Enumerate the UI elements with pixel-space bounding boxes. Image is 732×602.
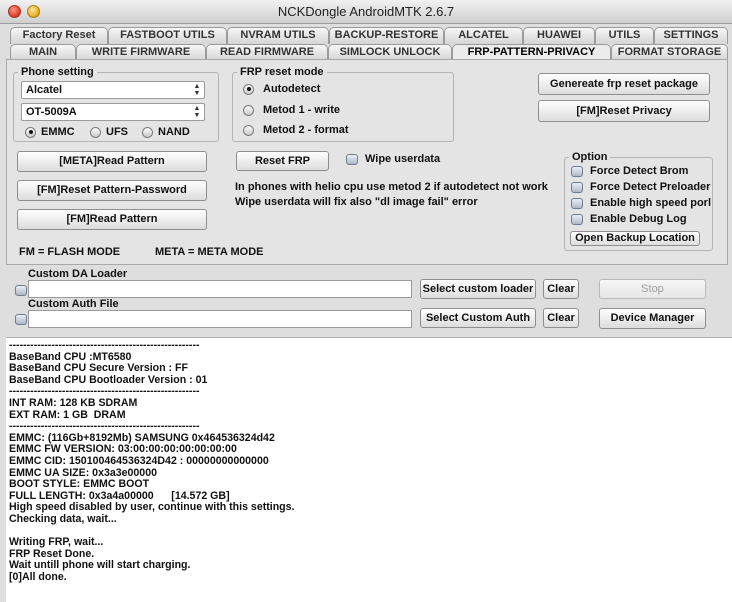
log-line: ----------------------------------------… bbox=[9, 420, 200, 433]
tab-utils[interactable]: UTILS bbox=[595, 27, 654, 44]
custom-da-checkbox[interactable] bbox=[15, 285, 27, 296]
radio-unselected-icon bbox=[142, 126, 153, 138]
log-line: Writing FRP, wait... bbox=[9, 536, 104, 549]
select-custom-loader-button[interactable]: Select custom loader bbox=[420, 279, 536, 299]
tab-factory-reset[interactable]: Factory Reset bbox=[10, 27, 108, 44]
storage-radio-nand[interactable]: NAND bbox=[142, 126, 190, 138]
frp-mode-autodetect[interactable]: Autodetect bbox=[243, 83, 320, 95]
storage-radio-emmc[interactable]: EMMC bbox=[25, 126, 75, 138]
model-select-value: OT-5009A bbox=[26, 106, 77, 118]
checkbox-icon bbox=[571, 213, 583, 225]
force-detect-preloader-checkbox[interactable]: Force Detect Preloader bbox=[571, 181, 710, 193]
log-line: INT RAM: 128 KB SDRAM bbox=[9, 396, 138, 409]
log-line: EMMC CID: 150100464536324D42 : 000000000… bbox=[9, 454, 269, 467]
custom-auth-path-input[interactable] bbox=[28, 310, 412, 328]
generate-frp-package-button[interactable]: Genereate frp reset package bbox=[538, 73, 710, 95]
enable-debug-log-checkbox[interactable]: Enable Debug Log bbox=[571, 213, 687, 225]
tab-nvram-utils[interactable]: NVRAM UTILS bbox=[227, 27, 329, 44]
enable-high-speed-port-label: Enable high speed porl bbox=[590, 197, 712, 209]
fm-reset-privacy-button[interactable]: [FM]Reset Privacy bbox=[538, 100, 710, 122]
radio-unselected-icon bbox=[90, 126, 101, 138]
force-detect-brom-checkbox[interactable]: Force Detect Brom bbox=[571, 165, 688, 177]
fm-legend-text: FM = FLASH MODE bbox=[19, 246, 121, 258]
log-line: [0]All done. bbox=[9, 570, 67, 583]
wipe-userdata-label: Wipe userdata bbox=[365, 153, 441, 165]
log-text: ----------------------------------------… bbox=[6, 338, 732, 583]
checkbox-icon bbox=[346, 153, 358, 165]
checkbox-icon bbox=[15, 285, 27, 296]
custom-auth-checkbox[interactable] bbox=[15, 314, 27, 325]
helio-cpu-note: In phones with helio cpu use metod 2 if … bbox=[235, 181, 548, 193]
custom-auth-label: Custom Auth File bbox=[28, 298, 119, 310]
title-bar: NCKDongle AndroidMTK 2.6.7 bbox=[0, 0, 732, 24]
meta-legend-text: META = META MODE bbox=[155, 246, 264, 258]
open-backup-location-button[interactable]: Open Backup Location bbox=[570, 231, 700, 246]
select-arrows-icon: ▲ ▼ bbox=[193, 105, 201, 119]
frp-mode-metod-2-label: Metod 2 - format bbox=[263, 124, 349, 136]
checkbox-icon bbox=[15, 314, 27, 325]
tab-backup-restore[interactable]: BACKUP-RESTORE bbox=[329, 27, 444, 44]
log-line: Wait untill phone will start charging. bbox=[9, 559, 191, 572]
frp-tab-panel: Phone setting Alcatel ▲ ▼ OT-5009A ▲ ▼ EMM… bbox=[6, 59, 728, 265]
log-line: High speed disabled by user, continue wi… bbox=[9, 501, 295, 514]
clear-custom-auth-button[interactable]: Clear bbox=[543, 308, 579, 328]
reset-frp-button[interactable]: Reset FRP bbox=[236, 151, 329, 171]
storage-radio-ufs[interactable]: UFS bbox=[90, 126, 128, 138]
storage-radio-ufs-label: UFS bbox=[106, 126, 128, 138]
tab-alcatel[interactable]: ALCATEL bbox=[444, 27, 523, 44]
checkbox-icon bbox=[571, 165, 583, 177]
fm-read-pattern-button[interactable]: [FM]Read Pattern bbox=[17, 209, 207, 230]
fm-reset-pattern-password-button[interactable]: [FM]Reset Pattern-Password bbox=[17, 180, 207, 201]
clear-custom-da-button[interactable]: Clear bbox=[543, 279, 579, 299]
tab-row-upper: Factory Reset FASTBOOT UTILS NVRAM UTILS… bbox=[0, 27, 732, 44]
radio-unselected-icon bbox=[243, 124, 254, 136]
log-output[interactable]: ----------------------------------------… bbox=[6, 337, 732, 602]
brand-select-value: Alcatel bbox=[26, 84, 63, 96]
frp-mode-autodetect-label: Autodetect bbox=[263, 83, 321, 95]
enable-high-speed-port-checkbox[interactable]: Enable high speed porl bbox=[571, 197, 711, 209]
stop-button[interactable]: Stop bbox=[599, 279, 706, 299]
radio-unselected-icon bbox=[243, 104, 254, 116]
frp-reset-mode-legend: FRP reset mode bbox=[240, 66, 324, 78]
tab-huawei[interactable]: HUAWEI bbox=[523, 27, 595, 44]
phone-setting-legend: Phone setting bbox=[21, 66, 94, 78]
model-select[interactable]: OT-5009A ▲ ▼ bbox=[21, 103, 205, 121]
window-title: NCKDongle AndroidMTK 2.6.7 bbox=[277, 4, 455, 19]
force-detect-preloader-label: Force Detect Preloader bbox=[590, 181, 711, 193]
wipe-userdata-checkbox[interactable]: Wipe userdata bbox=[346, 153, 440, 165]
log-line: BOOT STYLE: EMMC BOOT bbox=[9, 478, 150, 491]
option-legend: Option bbox=[572, 151, 608, 163]
checkbox-icon bbox=[571, 197, 583, 209]
brand-select[interactable]: Alcatel ▲ ▼ bbox=[21, 81, 205, 99]
tab-fastboot-utils[interactable]: FASTBOOT UTILS bbox=[108, 27, 227, 44]
log-line: Checking data, wait... bbox=[9, 512, 117, 525]
checkbox-icon bbox=[571, 181, 583, 193]
frp-mode-metod-1-label: Metod 1 - write bbox=[263, 104, 341, 116]
wipe-userdata-note: Wipe userdata will fix also "dl image fa… bbox=[235, 196, 478, 208]
radio-selected-icon bbox=[243, 83, 254, 95]
log-line: ----------------------------------------… bbox=[9, 339, 200, 351]
select-arrows-icon: ▲ ▼ bbox=[193, 83, 201, 97]
device-manager-button[interactable]: Device Manager bbox=[599, 308, 706, 329]
storage-radio-emmc-label: EMMC bbox=[41, 126, 75, 138]
storage-radio-nand-label: NAND bbox=[158, 126, 190, 138]
radio-selected-icon bbox=[25, 126, 36, 138]
select-custom-auth-button[interactable]: Select Custom Auth bbox=[420, 308, 536, 328]
custom-da-path-input[interactable] bbox=[28, 280, 412, 298]
force-detect-brom-label: Force Detect Brom bbox=[590, 165, 689, 177]
frp-mode-metod-1[interactable]: Metod 1 - write bbox=[243, 104, 340, 116]
custom-da-label: Custom DA Loader bbox=[28, 268, 128, 280]
frp-mode-metod-2[interactable]: Metod 2 - format bbox=[243, 124, 349, 136]
meta-read-pattern-button[interactable]: [META]Read Pattern bbox=[17, 151, 207, 172]
enable-debug-log-label: Enable Debug Log bbox=[590, 213, 687, 225]
tab-settings[interactable]: SETTINGS bbox=[654, 27, 728, 44]
